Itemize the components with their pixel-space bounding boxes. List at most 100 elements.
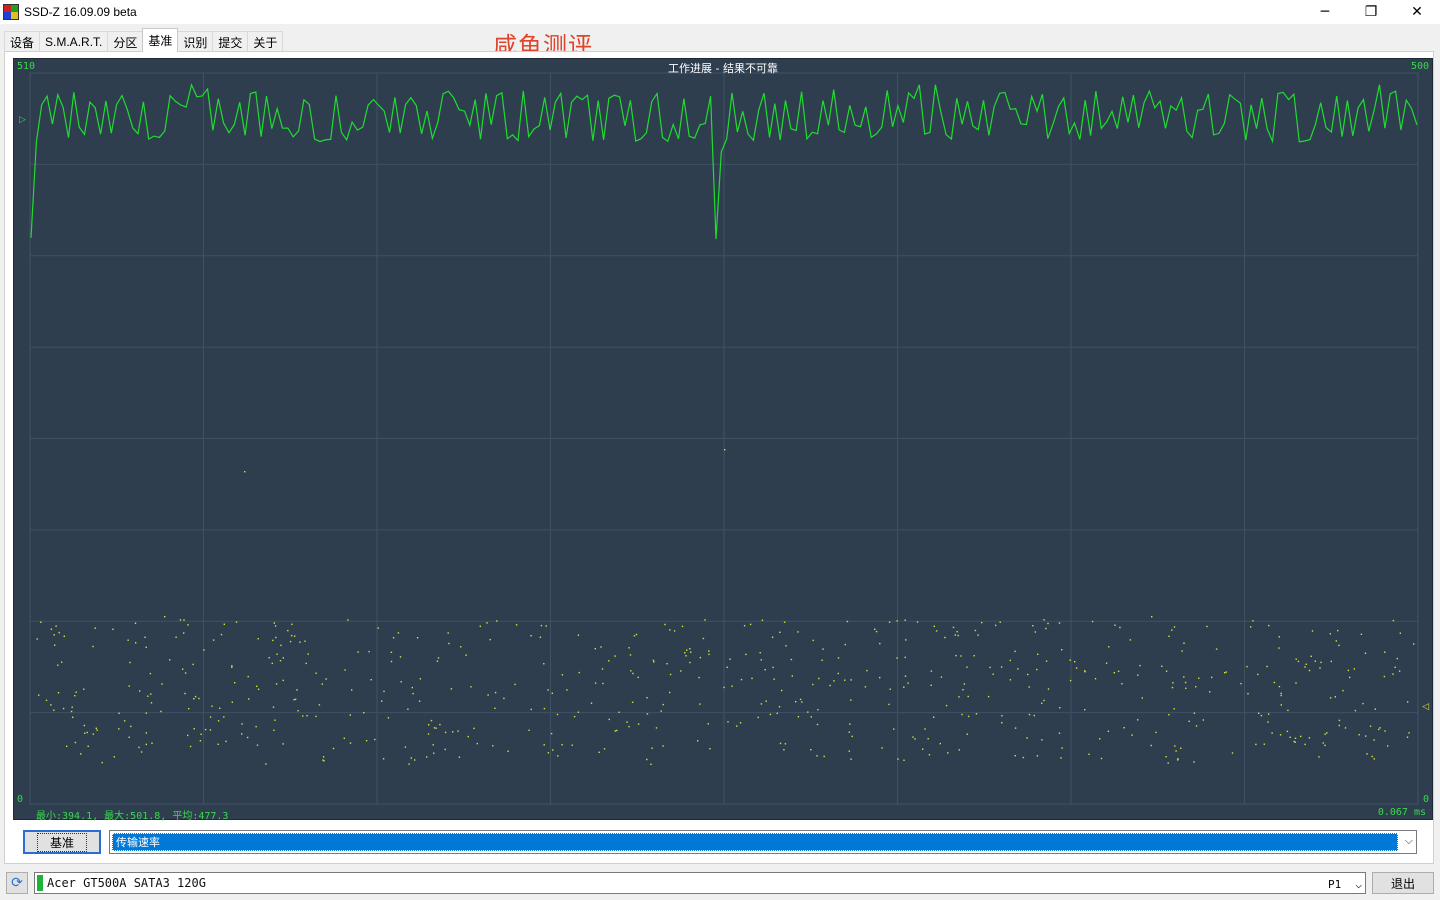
- tab-identify[interactable]: 识别: [177, 31, 214, 52]
- access-time-point: [904, 656, 906, 659]
- access-time-point: [436, 660, 439, 662]
- access-time-point: [219, 707, 221, 709]
- access-time-point: [290, 634, 293, 637]
- benchmark-button[interactable]: 基准: [23, 830, 101, 854]
- access-time-point: [118, 728, 120, 730]
- access-time-point: [1273, 681, 1276, 684]
- drive-select[interactable]: Acer GT500A SATA3 120G: [34, 872, 1366, 894]
- access-time-point: [315, 672, 317, 674]
- port-select[interactable]: P1 ⌵: [1324, 874, 1366, 894]
- access-time-point: [87, 745, 89, 747]
- access-time-point: [370, 679, 372, 681]
- access-time-point: [954, 634, 956, 636]
- access-time-point: [1318, 756, 1320, 758]
- access-time-point: [708, 650, 710, 652]
- maximize-button[interactable]: ❐: [1348, 0, 1394, 24]
- access-time-point: [879, 676, 881, 679]
- access-time-point: [822, 648, 824, 650]
- access-time-point: [1289, 736, 1291, 738]
- access-time-point: [850, 679, 852, 681]
- access-time-point: [1379, 727, 1381, 729]
- access-time-point: [561, 674, 564, 676]
- tab-benchmark[interactable]: 基准: [142, 28, 179, 52]
- access-time-point: [494, 707, 496, 709]
- access-time-point: [837, 672, 839, 675]
- access-time-point: [1287, 709, 1289, 712]
- minimize-button[interactable]: ─: [1302, 0, 1348, 24]
- access-time-point: [138, 746, 140, 749]
- access-time-point: [1045, 660, 1048, 662]
- access-time-point: [1324, 733, 1326, 735]
- access-time-point: [1069, 659, 1071, 661]
- exit-button[interactable]: 退出: [1372, 872, 1434, 894]
- access-time-point: [66, 745, 68, 747]
- access-time-point: [848, 750, 850, 752]
- access-time-point: [844, 643, 846, 646]
- access-time-point: [70, 710, 73, 713]
- access-time-point: [875, 630, 878, 633]
- tab-submit[interactable]: 提交: [212, 31, 249, 52]
- access-time-point: [63, 635, 65, 637]
- access-time-point: [1188, 720, 1190, 722]
- access-time-point: [1061, 649, 1063, 651]
- access-time-point: [83, 724, 86, 727]
- access-time-point: [1310, 655, 1312, 657]
- access-time-point: [231, 701, 233, 703]
- access-time-point: [1406, 736, 1409, 738]
- access-time-point: [1165, 756, 1167, 758]
- access-time-point: [58, 631, 60, 634]
- metric-select[interactable]: 传输速率 ⌵: [109, 830, 1417, 854]
- access-time-point: [1058, 732, 1061, 734]
- access-time-point: [916, 621, 919, 623]
- access-time-point: [419, 678, 422, 680]
- access-time-point: [382, 758, 385, 760]
- access-time-point: [496, 620, 498, 622]
- access-time-point: [1347, 669, 1350, 672]
- access-time-point: [381, 700, 383, 702]
- close-button[interactable]: ✕: [1394, 0, 1440, 24]
- access-time-point: [1027, 673, 1029, 676]
- access-time-point: [1123, 727, 1125, 729]
- access-time-point: [962, 689, 964, 691]
- access-time-point: [961, 713, 963, 716]
- access-time-point: [960, 655, 962, 657]
- access-time-point: [465, 654, 467, 656]
- access-time-point: [1107, 730, 1110, 732]
- access-time-point: [1384, 651, 1386, 653]
- access-time-point: [291, 623, 293, 625]
- access-time-point: [1014, 650, 1016, 653]
- access-time-point: [257, 638, 259, 640]
- access-time-point: [977, 634, 979, 636]
- access-time-point: [846, 620, 849, 623]
- access-time-point: [128, 736, 130, 738]
- access-time-point: [400, 681, 402, 683]
- access-time-point: [274, 719, 276, 721]
- access-time-point: [223, 716, 225, 718]
- access-time-point: [306, 715, 308, 717]
- access-time-point: [486, 622, 488, 624]
- access-time-point: [248, 698, 250, 700]
- access-time-point: [935, 630, 938, 632]
- access-time-point: [198, 697, 200, 700]
- access-time-point: [1252, 620, 1254, 622]
- tab-device[interactable]: 设备: [4, 31, 41, 52]
- refresh-button[interactable]: ⟳: [6, 872, 28, 894]
- access-time-point: [457, 730, 459, 732]
- access-time-point: [1349, 676, 1351, 679]
- access-time-point: [726, 666, 728, 668]
- access-time-point: [494, 691, 497, 694]
- access-time-point: [293, 699, 295, 701]
- access-time-point: [1099, 738, 1101, 740]
- access-time-point: [83, 688, 85, 690]
- tab-about[interactable]: 关于: [247, 31, 284, 52]
- access-time-point: [1193, 761, 1195, 763]
- access-time-point: [829, 684, 831, 687]
- access-time-point: [1378, 728, 1380, 731]
- access-time-point: [390, 651, 393, 653]
- tab-partitions[interactable]: 分区: [107, 31, 144, 52]
- access-time-point: [528, 729, 530, 731]
- access-time-point: [784, 743, 787, 745]
- access-time-point: [795, 701, 797, 703]
- access-time-point: [72, 716, 74, 718]
- tab-smart[interactable]: S.M.A.R.T.: [39, 31, 109, 52]
